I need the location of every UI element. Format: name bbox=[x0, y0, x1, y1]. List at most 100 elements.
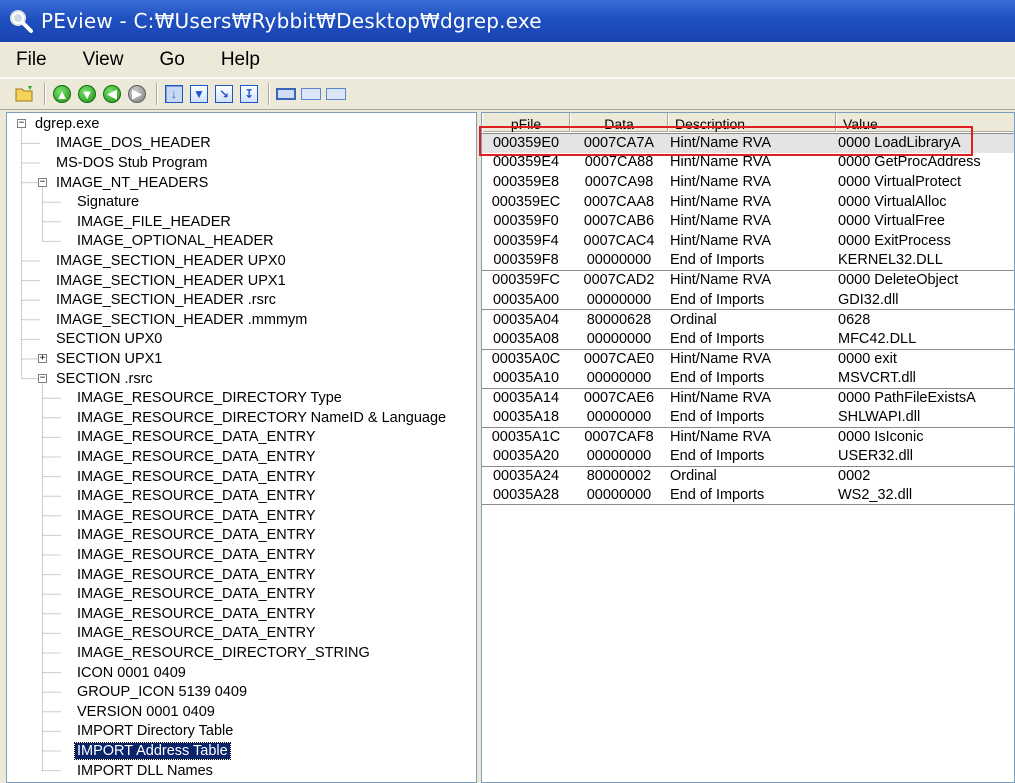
column-header-value[interactable]: Value bbox=[836, 113, 1014, 132]
open-icon[interactable] bbox=[14, 83, 36, 105]
view-small-icon[interactable] bbox=[325, 83, 347, 105]
menu-help[interactable]: Help bbox=[215, 47, 266, 73]
tree-item-label: IMAGE_RESOURCE_DATA_ENTRY bbox=[77, 488, 316, 505]
list-row[interactable]: 000359EC 0007CAA8 Hint/Name RVA 0000 Virtua… bbox=[482, 192, 1014, 212]
tree-item-label: GROUP_ICON 5139 0409 bbox=[77, 684, 248, 701]
up-icon[interactable]: ◀ bbox=[101, 83, 123, 105]
tree-root-item[interactable]: dgrep.exe bbox=[33, 114, 102, 134]
expand-icon[interactable]: + bbox=[38, 354, 47, 364]
tree-item[interactable]: MS-DOS Stub Program bbox=[54, 153, 210, 173]
tree-item[interactable]: IMAGE_SECTION_HEADER .rsrc bbox=[54, 290, 278, 310]
cell-value: USER32.dll bbox=[838, 448, 913, 465]
cell-description: Hint/Name RVA bbox=[670, 193, 771, 210]
tree-item[interactable]: IMAGE_RESOURCE_DATA_ENTRY bbox=[75, 565, 318, 585]
tree-item[interactable]: SECTION UPX1 bbox=[54, 349, 164, 369]
list-row[interactable]: 000359F8 00000000 End of Imports KERNEL32.D… bbox=[482, 251, 1014, 271]
tree-item[interactable]: SECTION UPX0 bbox=[54, 330, 164, 350]
list-row[interactable]: 00035A00 00000000 End of Imports GDI32.dll bbox=[482, 290, 1014, 310]
toolbar-separator bbox=[156, 83, 158, 105]
tree-item[interactable]: IMAGE_RESOURCE_DATA_ENTRY bbox=[75, 526, 318, 546]
list-row[interactable]: 000359E8 0007CA98 Hint/Name RVA 0000 Virtua… bbox=[482, 172, 1014, 192]
cell-data: 0007CA88 bbox=[584, 154, 654, 171]
menu-view[interactable]: View bbox=[77, 47, 130, 73]
tree-item[interactable]: IMAGE_SECTION_HEADER .mmmym bbox=[54, 310, 309, 330]
cell-value: SHLWAPI.dll bbox=[838, 409, 921, 426]
tree-item-label: IMAGE_RESOURCE_DIRECTORY Type bbox=[77, 390, 342, 407]
tree-item[interactable]: IMAGE_RESOURCE_DATA_ENTRY bbox=[75, 604, 318, 624]
tree-item[interactable]: IMAGE_SECTION_HEADER UPX0 bbox=[54, 251, 288, 271]
window-title: PEview - C:₩Users₩Rybbit₩Desktop₩dgrep.e… bbox=[41, 9, 542, 33]
list-row[interactable]: 000359F4 0007CAC4 Hint/Name RVA 0000 ExitPr… bbox=[482, 231, 1014, 251]
detail-list[interactable]: pFile Data Description Value 000359E0 000… bbox=[481, 112, 1015, 783]
list-row[interactable]: 000359E0 0007CA7A Hint/Name RVA 0000 LoadLi… bbox=[482, 133, 1014, 153]
cell-pfile: 00035A04 bbox=[492, 311, 560, 328]
column-header-description[interactable]: Description bbox=[668, 113, 836, 132]
list-row[interactable]: 00035A1C 0007CAF8 Hint/Name RVA 0000 IsIcon… bbox=[482, 427, 1014, 447]
tree-item[interactable]: IMAGE_RESOURCE_DIRECTORY NameID & Langua… bbox=[75, 408, 448, 428]
tree-item[interactable]: IMAGE_RESOURCE_DIRECTORY Type bbox=[75, 388, 344, 408]
tree-item-label: IMAGE_SECTION_HEADER .rsrc bbox=[56, 292, 276, 309]
tree-item[interactable]: VERSION 0001 0409 bbox=[75, 702, 217, 722]
tree-item[interactable]: IMAGE_OPTIONAL_HEADER bbox=[75, 232, 276, 252]
tree-item[interactable]: IMPORT Directory Table bbox=[75, 722, 235, 742]
view-word-icon[interactable]: ▼ bbox=[188, 83, 210, 105]
tree-item[interactable]: ICON 0001 0409 bbox=[75, 663, 188, 683]
view-detail-icon[interactable] bbox=[275, 83, 297, 105]
view-dword-icon[interactable]: ↘ bbox=[213, 83, 235, 105]
structure-tree[interactable]: dgrep.exe − IMAGE_DOS_HEADER MS-DOS Stub Pr… bbox=[6, 112, 477, 783]
list-row[interactable]: 00035A14 0007CAE6 Hint/Name RVA 0000 PathFi… bbox=[482, 387, 1014, 408]
view-section-icon[interactable]: ↧ bbox=[238, 83, 260, 105]
tree-item[interactable]: IMAGE_FILE_HEADER bbox=[75, 212, 233, 232]
list-row[interactable]: 00035A28 00000000 End of Imports WS2_32.dll bbox=[482, 486, 1014, 506]
tree-item[interactable]: IMAGE_RESOURCE_DATA_ENTRY bbox=[75, 428, 318, 448]
tree-item[interactable]: IMPORT Address Table bbox=[74, 741, 231, 761]
tree-item[interactable]: Signature bbox=[75, 192, 141, 212]
disabled-nav-icon[interactable]: ▶ bbox=[126, 83, 148, 105]
tree-item[interactable]: IMAGE_RESOURCE_DATA_ENTRY bbox=[75, 447, 318, 467]
tree-item[interactable]: IMAGE_NT_HEADERS bbox=[54, 173, 210, 193]
collapse-icon[interactable]: − bbox=[38, 177, 47, 187]
cell-pfile: 00035A14 bbox=[492, 390, 560, 407]
tree-item[interactable]: IMAGE_RESOURCE_DATA_ENTRY bbox=[75, 467, 318, 487]
tree-item[interactable]: IMAGE_RESOURCE_DATA_ENTRY bbox=[75, 486, 318, 506]
title-bar[interactable]: PEview - C:₩Users₩Rybbit₩Desktop₩dgrep.e… bbox=[0, 0, 1015, 42]
cell-pfile: 000359F8 bbox=[493, 252, 559, 269]
cell-value: MSVCRT.dll bbox=[838, 369, 916, 386]
tree-item[interactable]: IMAGE_RESOURCE_DATA_ENTRY bbox=[75, 624, 318, 644]
menu-file[interactable]: File bbox=[10, 47, 53, 73]
view-list-icon[interactable] bbox=[300, 83, 322, 105]
cell-pfile: 000359E8 bbox=[492, 173, 560, 190]
list-row[interactable]: 00035A10 00000000 End of Imports MSVCRT.dll bbox=[482, 368, 1014, 388]
tree-item-label: IMAGE_RESOURCE_DIRECTORY_STRING bbox=[77, 644, 370, 661]
list-row[interactable]: 00035A20 00000000 End of Imports USER32.dll bbox=[482, 447, 1014, 467]
tree-item[interactable]: IMAGE_RESOURCE_DIRECTORY_STRING bbox=[75, 643, 372, 663]
collapse-icon[interactable]: − bbox=[17, 119, 26, 128]
list-row[interactable]: 00035A08 00000000 End of Imports MFC42.DLL bbox=[482, 329, 1014, 349]
list-row[interactable]: 000359E4 0007CA88 Hint/Name RVA 0000 GetPro… bbox=[482, 153, 1014, 173]
cell-value: 0000 DeleteObject bbox=[838, 272, 959, 289]
tree-item-label: IMAGE_RESOURCE_DATA_ENTRY bbox=[77, 566, 316, 583]
tree-item[interactable]: IMAGE_RESOURCE_DATA_ENTRY bbox=[75, 584, 318, 604]
forward-icon[interactable]: ▼ bbox=[76, 83, 98, 105]
column-header-data[interactable]: Data bbox=[570, 113, 668, 132]
list-row[interactable]: 000359F0 0007CAB6 Hint/Name RVA 0000 Virtua… bbox=[482, 211, 1014, 231]
column-header-pfile[interactable]: pFile bbox=[482, 113, 570, 132]
back-icon[interactable]: ▲ bbox=[51, 83, 73, 105]
list-row[interactable]: 00035A0C 0007CAE0 Hint/Name RVA 0000 exit bbox=[482, 348, 1014, 369]
list-row[interactable]: 000359FC 0007CAD2 Hint/Name RVA 0000 Delete… bbox=[482, 270, 1014, 290]
toolbar-separator bbox=[268, 83, 270, 105]
tree-item[interactable]: IMAGE_DOS_HEADER bbox=[54, 134, 213, 154]
tree-item[interactable]: IMPORT DLL Names bbox=[75, 761, 215, 781]
collapse-icon[interactable]: − bbox=[38, 373, 47, 383]
tree-item[interactable]: IMAGE_RESOURCE_DATA_ENTRY bbox=[75, 545, 318, 565]
list-row[interactable]: 00035A24 80000002 Ordinal 0002 bbox=[482, 466, 1014, 486]
tree-item[interactable]: IMAGE_RESOURCE_DATA_ENTRY bbox=[75, 506, 318, 526]
tree-item[interactable]: GROUP_ICON 5139 0409 bbox=[75, 682, 249, 702]
tree-item[interactable]: IMAGE_SECTION_HEADER UPX1 bbox=[54, 271, 288, 291]
list-row[interactable]: 00035A18 00000000 End of Imports SHLWAPI.dl… bbox=[482, 407, 1014, 427]
list-row[interactable]: 00035A04 80000628 Ordinal 0628 bbox=[482, 309, 1014, 329]
cell-value: 0000 LoadLibraryA bbox=[838, 135, 961, 152]
tree-item[interactable]: SECTION .rsrc bbox=[54, 369, 155, 389]
view-byte-icon[interactable]: ↓ bbox=[163, 83, 185, 105]
menu-go[interactable]: Go bbox=[153, 47, 190, 73]
